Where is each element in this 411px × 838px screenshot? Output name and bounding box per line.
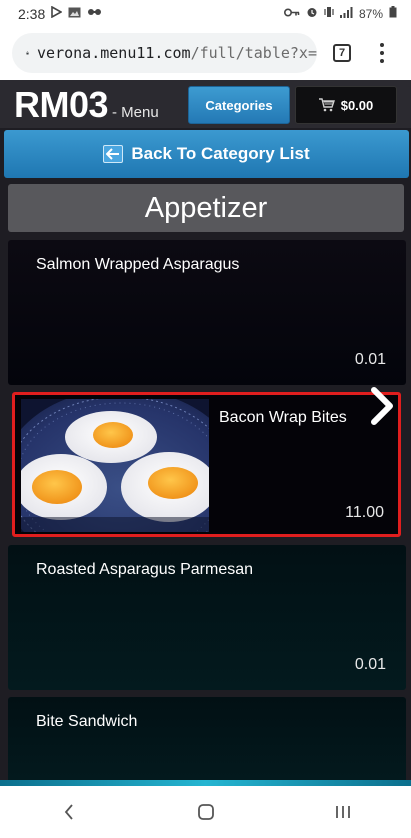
app-header: RM03 - Menu Categories $0.00 (0, 80, 411, 128)
vibrate-icon (324, 6, 334, 22)
play-icon (51, 5, 63, 22)
item-name: Bite Sandwich (36, 713, 138, 730)
recents-nav-button[interactable] (323, 797, 363, 827)
menu-item-card[interactable]: Salmon Wrapped Asparagus 0.01 (8, 240, 406, 385)
back-label: Back To Category List (131, 144, 310, 163)
brand-suffix: - Menu (112, 104, 159, 121)
item-name: Salmon Wrapped Asparagus (36, 256, 240, 273)
categories-button[interactable]: Categories (188, 86, 290, 124)
battery-percent: 87% (358, 7, 383, 21)
address-bar[interactable]: verona.menu11.com/full/table?x= (12, 33, 317, 73)
back-to-categories-button[interactable]: Back To Category List (4, 130, 409, 178)
signal-icon (339, 6, 353, 22)
restaurant-code: RM03 (14, 84, 109, 125)
tab-switcher-button[interactable]: 7 (333, 44, 351, 62)
back-chevron-icon (64, 804, 73, 820)
alarm-icon (306, 6, 318, 22)
lock-icon (26, 51, 29, 55)
url-text: verona.menu11.com/full/table?x= (37, 44, 317, 62)
system-nav-bar (0, 786, 411, 838)
battery-icon (389, 6, 397, 22)
recents-icon (335, 806, 350, 818)
back-arrow-icon (103, 145, 124, 163)
menu-item-card[interactable]: Bite Sandwich (8, 697, 406, 786)
cart-total: $0.00 (340, 97, 374, 113)
url-host: verona.menu11.com (37, 44, 191, 62)
home-icon (197, 804, 214, 820)
overflow-menu-icon[interactable] (376, 40, 388, 66)
status-bar-right: 87% (283, 6, 397, 22)
link-icon (87, 7, 102, 21)
item-price: 11.00 (345, 504, 384, 521)
menu-item-card[interactable]: Roasted Asparagus Parmesan 0.01 (8, 545, 406, 690)
status-time: 2:38 (18, 6, 46, 22)
home-nav-button[interactable] (186, 797, 226, 827)
back-nav-button[interactable] (49, 797, 89, 827)
status-bar-left: 2:38 (18, 5, 102, 22)
item-price: 0.01 (354, 656, 386, 673)
item-name: Roasted Asparagus Parmesan (36, 561, 254, 578)
key-icon (283, 7, 300, 21)
cart-button[interactable]: $0.00 (295, 86, 397, 124)
chevron-right-icon[interactable] (368, 384, 396, 428)
item-name: Bacon Wrap Bites (219, 409, 347, 426)
menu-item-card-selected[interactable]: Bacon Wrap Bites 11.00 (12, 392, 401, 537)
browser-toolbar: verona.menu11.com/full/table?x= 7 (0, 28, 411, 80)
menu-app: RM03 - Menu Categories $0.00 Back To Cat… (0, 80, 411, 786)
item-price: 0.01 (354, 351, 386, 368)
url-path: /full/table?x= (190, 44, 317, 62)
status-bar: 2:38 87% (0, 0, 411, 28)
fried-eggs-image (21, 399, 209, 532)
gallery-icon (68, 7, 81, 22)
category-title: Appetizer (8, 184, 404, 232)
cart-icon (318, 98, 335, 112)
